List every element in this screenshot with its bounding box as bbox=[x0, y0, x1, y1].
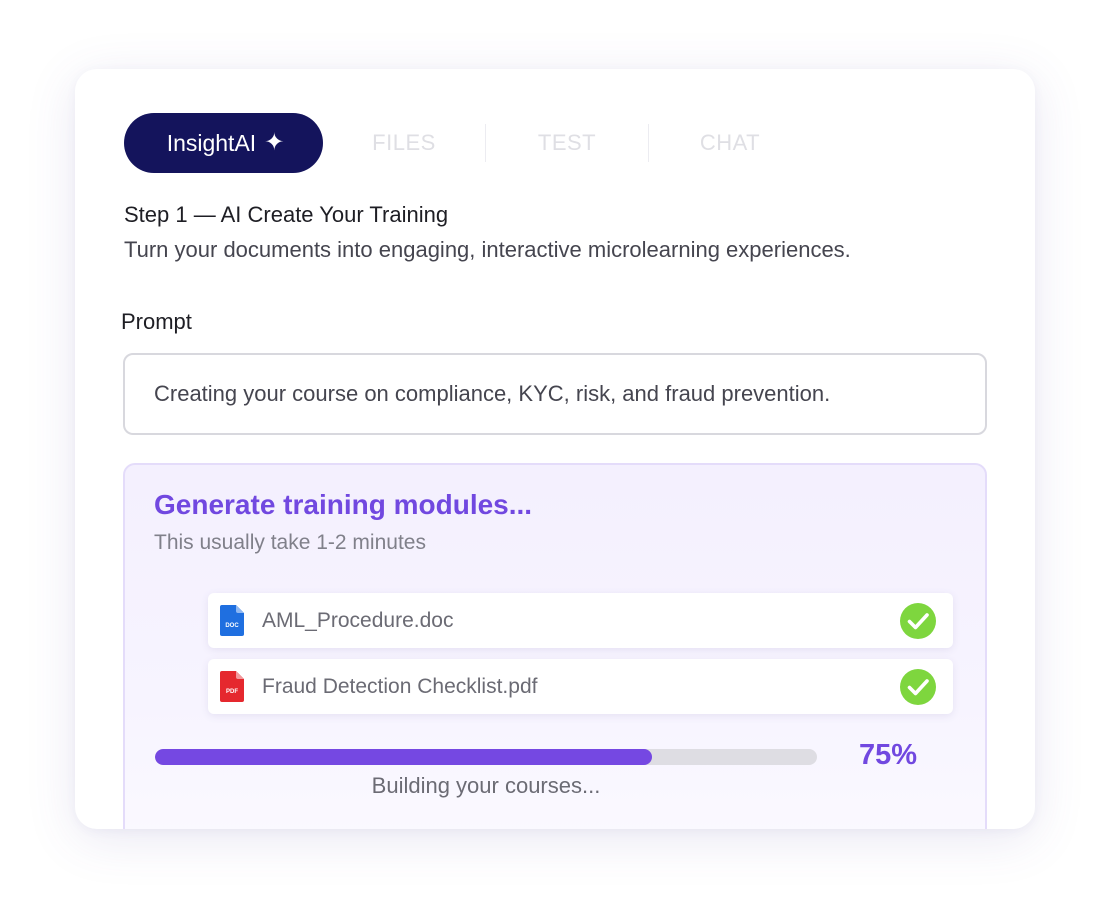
step-title: Step 1 — AI Create Your Training bbox=[124, 202, 449, 227]
prompt-label: Prompt bbox=[121, 309, 192, 334]
tab-bar: InsightAI ✦ FILES TEST CHAT bbox=[124, 113, 811, 173]
progress-percent: 75% bbox=[859, 739, 918, 771]
generation-subtitle: This usually take 1-2 minutes bbox=[154, 531, 426, 554]
tab-chat[interactable]: CHAT bbox=[649, 130, 811, 156]
file-name: Fraud Detection Checklist.pdf bbox=[262, 674, 538, 698]
progress-status: Building your courses... bbox=[371, 773, 601, 798]
check-circle-icon bbox=[899, 668, 937, 706]
check-circle-icon bbox=[899, 602, 937, 640]
file-name: AML_Procedure.doc bbox=[262, 608, 454, 632]
svg-text:PDF: PDF bbox=[226, 689, 238, 695]
pdf-file-icon: PDF bbox=[220, 671, 244, 702]
sparkle-icon: ✦ bbox=[264, 129, 285, 156]
tab-test[interactable]: TEST bbox=[486, 130, 648, 156]
tab-insightai[interactable]: InsightAI ✦ bbox=[124, 113, 323, 173]
file-row-fraud-checklist: PDF Fraud Detection Checklist.pdf bbox=[208, 659, 953, 714]
step-description: Turn your documents into engaging, inter… bbox=[124, 237, 851, 262]
svg-text:DOC: DOC bbox=[225, 623, 239, 629]
generation-panel: Generate training modules... This usuall… bbox=[123, 463, 987, 829]
file-row-aml-procedure: DOC AML_Procedure.doc bbox=[208, 593, 953, 648]
training-card: InsightAI ✦ FILES TEST CHAT Step 1 — AI … bbox=[75, 69, 1035, 829]
tab-files[interactable]: FILES bbox=[323, 130, 485, 156]
progress-bar bbox=[155, 749, 817, 765]
doc-file-icon: DOC bbox=[220, 605, 244, 636]
generation-title: Generate training modules... bbox=[154, 489, 533, 520]
tab-insightai-label: InsightAI bbox=[166, 129, 257, 156]
prompt-input[interactable] bbox=[123, 353, 987, 435]
progress-bar-fill bbox=[155, 749, 652, 765]
